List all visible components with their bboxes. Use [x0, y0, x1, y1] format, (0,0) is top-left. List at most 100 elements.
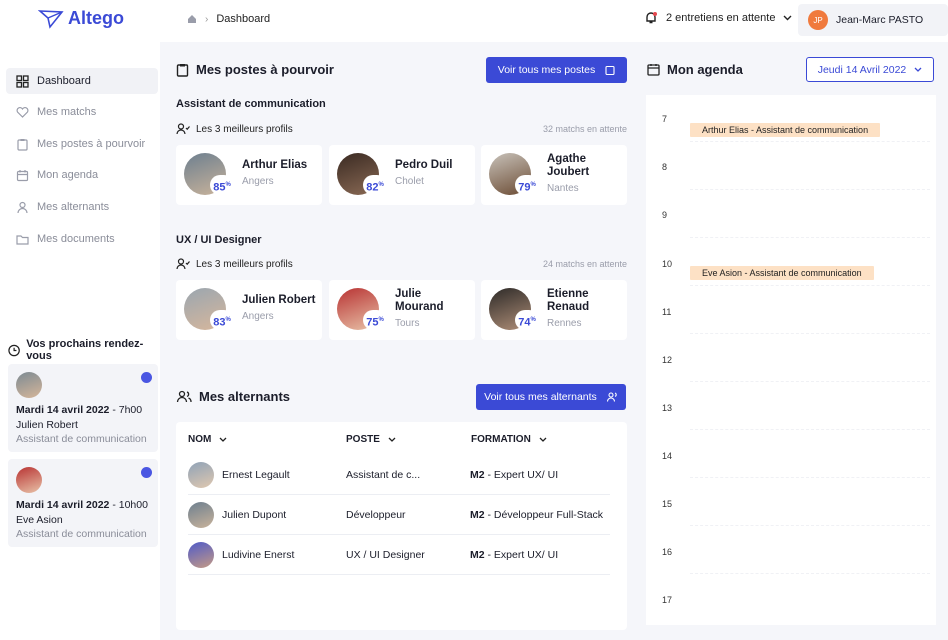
profile-card[interactable]: 82% Pedro Duil Cholet	[329, 145, 475, 205]
pending-count: 24 matchs en attente	[542, 259, 627, 269]
hour-label: 10	[662, 259, 673, 269]
grid-line	[690, 189, 930, 190]
grid-line	[690, 429, 930, 430]
agenda-event[interactable]: Arthur Elias - Assistant de communicatio…	[690, 123, 881, 137]
rdv-title-label: Vos prochains rendez-vous	[26, 338, 144, 362]
notifications[interactable]: 2 entretiens en attente	[644, 11, 792, 25]
profile-card[interactable]: 75% Julie Mourand Tours	[329, 280, 475, 340]
profile-name: Pedro Duil	[395, 159, 453, 171]
home-icon[interactable]	[187, 14, 197, 24]
profile-card[interactable]: 79% Agathe Joubert Nantes	[481, 145, 627, 205]
bell-icon	[646, 12, 657, 24]
profile-card[interactable]: 85% Arthur Elias Angers	[176, 145, 322, 205]
rdv-card[interactable]: Mardi 14 avril 2022 - 7h00 Julien Robert…	[8, 364, 158, 452]
postes-title-label: Mes postes à pourvoir	[196, 62, 334, 77]
alternant-poste: Assistant de c...	[346, 469, 421, 481]
table-row[interactable]: Ludivine Enerst UX / UI Designer M2 - Ex…	[188, 535, 610, 575]
profile-name: Julie Mourand	[395, 288, 444, 313]
clipboard-icon	[17, 138, 28, 151]
hour-label: 11	[662, 307, 672, 317]
profile-city: Angers	[242, 176, 274, 187]
notifications-label: 2 entretiens en attente	[666, 12, 776, 24]
clipboard-icon	[176, 63, 189, 77]
table-row[interactable]: Julien Dupont Développeur M2 - Développe…	[188, 495, 610, 535]
logo-icon	[38, 9, 64, 29]
match-percent: 82%	[363, 175, 387, 195]
grid-line	[690, 333, 930, 334]
sidebar-item-label: Mes postes à pourvoir	[37, 138, 146, 150]
chevron-down-icon	[219, 437, 227, 442]
rdv-card[interactable]: Mardi 14 avril 2022 - 10h00 Eve Asion As…	[8, 459, 158, 547]
profile-name: Julien Robert	[242, 294, 316, 306]
sidebar-item-dashboard[interactable]: Dashboard	[6, 68, 158, 94]
agenda-title: Mon agenda	[647, 62, 743, 77]
folder-icon	[16, 234, 29, 245]
job-title: UX / UI Designer	[176, 234, 262, 246]
calendar-icon	[647, 64, 660, 76]
avatar: JP	[808, 10, 828, 30]
user-icon	[17, 201, 28, 213]
alternant-name: Julien Dupont	[222, 509, 287, 521]
rdv-role: Assistant de communication	[16, 433, 147, 445]
col-header-nom[interactable]: NOM	[188, 434, 227, 445]
agenda-event[interactable]: Eve Asion - Assistant de communication	[690, 266, 874, 280]
profile-city: Angers	[242, 311, 274, 322]
profile-card[interactable]: 83% Julien Robert Angers	[176, 280, 322, 340]
edit-icon[interactable]	[141, 372, 152, 383]
sidebar-item-agenda[interactable]: Mon agenda	[6, 162, 158, 188]
profile-city: Cholet	[395, 176, 424, 187]
breadcrumb-current: Dashboard	[216, 13, 271, 25]
rdv-name: Julien Robert	[16, 419, 78, 431]
sidebar-item-label: Mes alternants	[37, 201, 110, 213]
alternants-title-label: Mes alternants	[199, 389, 291, 404]
hour-label: 15	[662, 499, 673, 509]
match-percent: 79%	[515, 175, 539, 195]
date-picker[interactable]: Jeudi 14 Avril 2022	[806, 57, 934, 82]
hour-label: 14	[662, 451, 673, 461]
edit-icon[interactable]	[141, 467, 152, 478]
profile-name: Etienne Renaud	[547, 288, 590, 313]
profile-card[interactable]: 74% Etienne Renaud Rennes	[481, 280, 627, 340]
user-check-icon	[176, 123, 190, 135]
table-row[interactable]: Ernest Legault Assistant de c... M2 - Ex…	[188, 455, 610, 495]
sidebar-item-postes[interactable]: Mes postes à pourvoir	[6, 131, 158, 157]
profile-city: Tours	[395, 318, 420, 329]
sidebar-item-alternants[interactable]: Mes alternants	[6, 194, 158, 220]
profile-city: Rennes	[547, 318, 582, 329]
chevron-down-icon	[388, 437, 396, 442]
best-profiles-line: Les 3 meilleurs profils 32 matchs en att…	[176, 123, 627, 135]
rdv-role: Assistant de communication	[16, 528, 147, 540]
hour-label: 17	[662, 595, 673, 605]
user-check-icon	[176, 258, 190, 270]
voir-alternants-button[interactable]: Voir tous mes alternants	[476, 384, 626, 410]
clock-icon	[8, 344, 20, 356]
col-header-formation[interactable]: FORMATION	[471, 434, 547, 445]
col-header-poste[interactable]: POSTE	[346, 434, 396, 445]
calendar-icon	[16, 169, 29, 181]
alternants-table: NOM POSTE FORMATION Ernest Legault Assis…	[176, 422, 627, 630]
hour-label: 13	[662, 403, 673, 413]
user-menu[interactable]: JP Jean-Marc PASTO	[798, 4, 948, 36]
sidebar: Dashboard Mes matchs Mes postes à pourvo…	[0, 42, 160, 640]
chevron-down-icon	[783, 15, 792, 21]
heart-icon	[16, 106, 29, 118]
pending-count: 32 matchs en attente	[542, 124, 627, 134]
match-percent: 83%	[210, 310, 234, 330]
best-profiles-label: Les 3 meilleurs profils	[176, 258, 293, 270]
match-percent: 75%	[363, 310, 387, 330]
breadcrumb: › Dashboard	[187, 13, 270, 25]
grid-line	[690, 285, 930, 286]
voir-alternants-label: Voir tous mes alternants	[484, 391, 597, 403]
sidebar-item-documents[interactable]: Mes documents	[6, 226, 158, 252]
grid-line	[690, 525, 930, 526]
postes-title: Mes postes à pourvoir	[176, 62, 334, 77]
sidebar-item-matchs[interactable]: Mes matchs	[6, 99, 158, 125]
date-picker-label: Jeudi 14 Avril 2022	[817, 63, 907, 76]
alternant-formation: M2 - Expert UX/ UI	[470, 549, 559, 561]
chevron-down-icon	[539, 437, 547, 442]
sidebar-item-label: Mon agenda	[37, 169, 99, 181]
alternant-name: Ludivine Enerst	[222, 549, 295, 561]
logo[interactable]: Altego	[38, 8, 124, 29]
voir-postes-button[interactable]: Voir tous mes postes	[486, 57, 627, 83]
chevron-down-icon	[914, 67, 922, 72]
